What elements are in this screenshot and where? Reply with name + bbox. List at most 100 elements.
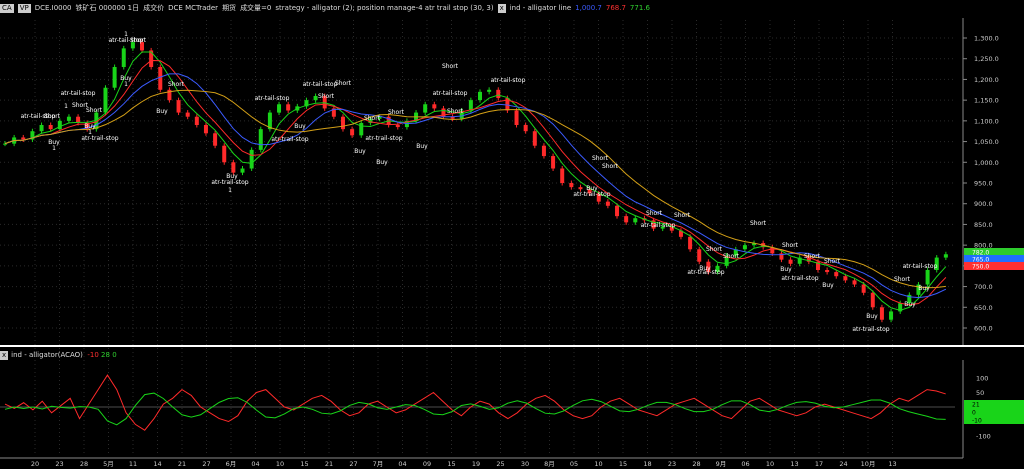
price-axis-label: 1,050.0 [974, 138, 999, 146]
price-bar [121, 48, 126, 67]
price-bar [48, 125, 53, 130]
price-axis-label: 900.0 [974, 200, 993, 208]
alligator-line [4, 51, 947, 311]
signal-label: Short [674, 212, 691, 219]
price-bar [788, 259, 793, 264]
date-axis-label: 17 [815, 460, 823, 468]
signal-label: atr-tail-stop [255, 95, 290, 102]
pane-divider[interactable] [0, 345, 1024, 347]
signal-label: atr-trail-stop [781, 275, 818, 282]
date-axis-label: 9月 [716, 460, 727, 468]
oscillator-value-1: -10 [87, 351, 99, 359]
price-axis-label: 1,150.0 [974, 97, 999, 105]
signal-label: Buy [294, 123, 306, 130]
signal-label: atr-trail-stop [81, 135, 118, 142]
signal-label: Short [168, 81, 185, 88]
price-axis-label: 650.0 [974, 304, 993, 312]
price-axis-label: 600.0 [974, 325, 993, 333]
signal-label: Short [646, 210, 663, 217]
signal-label: Short [335, 80, 352, 87]
date-axis-label: 15 [619, 460, 627, 468]
date-axis-label: 15 [300, 460, 308, 468]
price-axis-label: 1,250.0 [974, 55, 999, 63]
price-bar [3, 143, 7, 145]
signal-label: Short [602, 163, 619, 170]
date-axis-label: 15 [447, 460, 455, 468]
price-bar [112, 67, 117, 88]
price-bar [624, 216, 629, 223]
oscillator-axis-label: -100 [976, 433, 991, 441]
price-bar [231, 162, 236, 173]
signal-label: Short [388, 109, 405, 116]
signal-label: atr-trail-stop [573, 191, 610, 198]
price-bar [879, 307, 884, 320]
signal-label: atr-tail-stop [641, 222, 676, 229]
price-bar [843, 276, 848, 281]
date-axis-label: 8月 [544, 460, 555, 468]
price-bar [203, 125, 208, 134]
signal-label: Short [318, 93, 335, 100]
date-axis-label: 24 [839, 460, 847, 468]
price-bar [222, 145, 227, 163]
price-bar [350, 129, 355, 136]
price-bar [523, 125, 528, 132]
date-axis-label: 06 [741, 460, 749, 468]
oscillator-value-2: 28 [101, 351, 110, 359]
date-axis-label: 13 [888, 460, 896, 468]
date-axis-label: 25 [496, 460, 504, 468]
signal-label: Buy [156, 108, 168, 115]
date-axis-label: 23 [668, 460, 676, 468]
signal-label: 1 [124, 31, 128, 38]
price-axis-label: 950.0 [974, 180, 993, 188]
date-axis-label: 19 [472, 460, 480, 468]
signal-label: atr-trail-stop [852, 326, 889, 333]
date-axis-label: 14 [153, 460, 161, 468]
price-bar [578, 187, 583, 190]
price-bar [825, 270, 830, 273]
price-bar [158, 67, 163, 90]
price-bar [340, 116, 345, 130]
price-bar [103, 87, 108, 113]
signal-label: Short [447, 108, 464, 115]
date-axis-label: 21 [178, 460, 186, 468]
price-bar [185, 112, 190, 117]
signal-label: Buy [376, 159, 388, 166]
alligator-line [4, 73, 947, 299]
signal-label: Short [44, 113, 61, 120]
price-bar [742, 245, 747, 250]
oscillator-title: ind - alligator(ACAO) [11, 351, 83, 359]
price-bar [57, 120, 62, 130]
signal-label: Buy [416, 143, 428, 150]
date-axis-label: 05 [570, 460, 578, 468]
price-bar [697, 249, 702, 262]
signal-label: Short [894, 276, 911, 283]
price-bar [176, 100, 181, 113]
price-chart[interactable]: atr-tail-stopShort1Buy1atr-tail-stop1 Sho… [0, 0, 1024, 469]
price-bar [496, 89, 501, 99]
signal-label: 1 [124, 81, 128, 88]
date-axis-label: 5月 [103, 460, 114, 468]
close-subpane-box[interactable]: x [0, 351, 9, 360]
signal-label: Short [86, 107, 103, 114]
price-bar [532, 131, 537, 146]
signal-label: Buy [904, 301, 916, 308]
price-bar [39, 125, 44, 132]
signal-label: atr-tail-stop [61, 90, 96, 97]
signal-label: Short [130, 37, 147, 44]
signal-label: Short [723, 253, 740, 260]
oscillator-axis-label: 100 [976, 375, 988, 383]
date-axis-label: 04 [251, 460, 259, 468]
price-axis-label: 1,100.0 [974, 117, 999, 125]
price-bar [432, 104, 437, 109]
price-bar [889, 311, 894, 320]
price-bar [861, 284, 866, 293]
price-bar [615, 205, 620, 217]
price-bar [605, 201, 610, 206]
price-bar [569, 183, 574, 188]
price-bar [286, 104, 291, 111]
signal-label: Buy [822, 282, 834, 289]
price-bar [688, 236, 693, 250]
date-axis-label: 7月 [373, 460, 384, 468]
signal-label: atr-tail-stop [433, 90, 468, 97]
date-axis-label: 10 [594, 460, 602, 468]
